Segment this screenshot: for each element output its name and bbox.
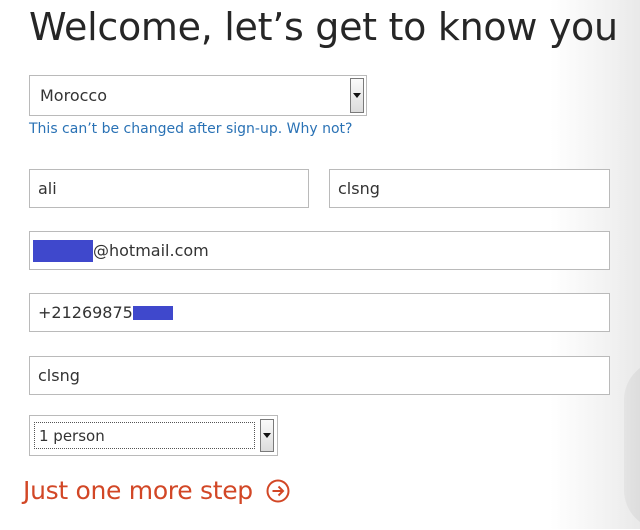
- country-select[interactable]: Morocco: [29, 75, 367, 116]
- phone-redaction: [132, 305, 173, 320]
- triangle-down-icon: [353, 93, 361, 98]
- last-name-value: clsng: [338, 179, 380, 198]
- people-select-value-box: 1 person: [34, 422, 255, 449]
- phone-field[interactable]: +21269875: [29, 293, 610, 332]
- username-value: clsng: [38, 366, 80, 385]
- country-select-arrow[interactable]: [350, 78, 364, 113]
- phone-prefix: +21269875: [38, 303, 133, 322]
- first-name-field[interactable]: ali: [29, 169, 309, 208]
- email-domain: @hotmail.com: [93, 241, 209, 260]
- triangle-down-icon: [263, 433, 271, 438]
- next-step-label: Just one more step: [23, 476, 253, 505]
- first-name-value: ali: [38, 179, 57, 198]
- why-not-link[interactable]: Why not?: [287, 121, 353, 137]
- people-select-value: 1 person: [39, 426, 105, 445]
- country-hint-text: This can’t be changed after sign-up.: [29, 121, 283, 137]
- people-select-arrow[interactable]: [260, 419, 274, 452]
- page-title: Welcome, let’s get to know you: [29, 5, 618, 49]
- last-name-field[interactable]: clsng: [329, 169, 610, 208]
- arrow-right-circle-icon: [266, 479, 290, 503]
- people-select[interactable]: 1 person: [29, 415, 278, 456]
- country-select-value: Morocco: [40, 86, 107, 105]
- next-step-button[interactable]: Just one more step: [23, 476, 290, 505]
- background-figure: [624, 360, 640, 530]
- country-hint: This can’t be changed after sign-up. Why…: [29, 121, 352, 137]
- email-redaction: [33, 239, 93, 262]
- username-field[interactable]: clsng: [29, 356, 610, 395]
- email-field[interactable]: @hotmail.com: [29, 231, 610, 270]
